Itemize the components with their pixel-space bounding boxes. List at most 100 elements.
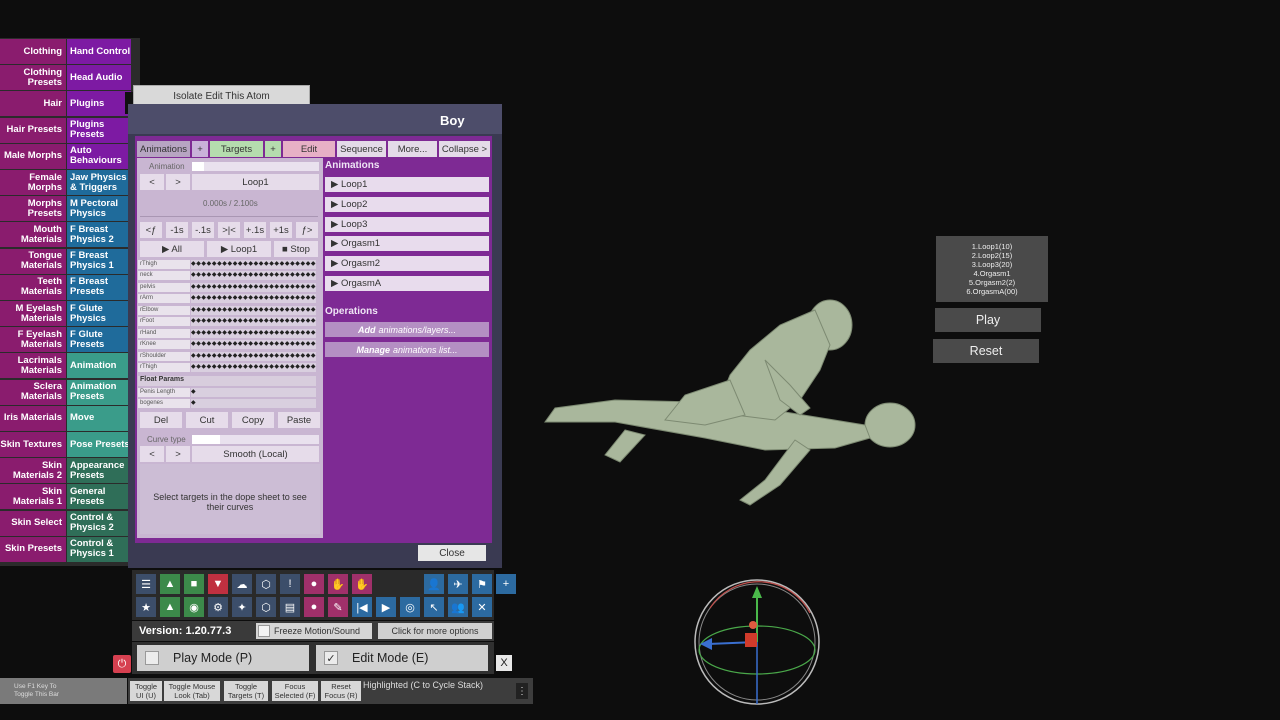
animation-list-item[interactable]: ▶ Orgasm2: [325, 256, 489, 272]
scrubber[interactable]: [140, 209, 318, 217]
next-key-button[interactable]: ƒ>: [296, 222, 318, 238]
dope-row-keys[interactable]: ◆◆◆◆◆◆◆◆◆◆◆◆◆◆◆◆◆◆◆◆◆◆◆◆◆◆◆◆: [191, 305, 316, 315]
add-animation-button[interactable]: +: [192, 141, 208, 157]
menu-item-right[interactable]: Jaw Physics & Triggers: [67, 170, 131, 195]
next-curve-button[interactable]: >: [166, 446, 190, 462]
paste-key-button[interactable]: Paste: [278, 412, 320, 428]
manage-animations-button[interactable]: Manage animations list...: [325, 342, 489, 357]
plus-icon[interactable]: +: [496, 574, 516, 594]
edit-mode-button[interactable]: ✓ Edit Mode (E): [316, 645, 488, 671]
animation-list-item[interactable]: ▶ Loop3: [325, 216, 489, 232]
next-animation-button[interactable]: >: [166, 174, 190, 190]
folder-icon[interactable]: ■: [184, 574, 204, 594]
menu-item-left[interactable]: Lacrimals Materials: [0, 353, 66, 379]
dope-row-keys[interactable]: ◆◆◆◆◆◆◆◆◆◆◆◆◆◆◆◆◆◆◆◆◆◆◆◆◆◆◆◆: [191, 317, 316, 326]
dope-row[interactable]: rShoulder◆◆◆◆◆◆◆◆◆◆◆◆◆◆◆◆◆◆◆◆◆◆◆◆◆◆◆◆: [138, 351, 316, 361]
prev-key-button[interactable]: <ƒ: [140, 222, 162, 238]
menu-item-left[interactable]: Skin Materials 2: [0, 458, 66, 484]
close-ui-button[interactable]: X: [496, 655, 512, 671]
menu-item-left[interactable]: Clothing Presets: [0, 65, 66, 91]
menu-item-left[interactable]: M Eyelash Materials: [0, 301, 66, 326]
animation-slider[interactable]: [192, 162, 319, 171]
dope-row-keys[interactable]: ◆◆◆◆◆◆◆◆◆◆◆◆◆◆◆◆◆◆◆◆◆◆◆◆◆◆◆◆: [191, 351, 316, 361]
dope-row-keys[interactable]: ◆◆◆◆◆◆◆◆◆◆◆◆◆◆◆◆◆◆◆◆◆◆◆◆◆◆◆◆: [191, 271, 316, 280]
hand-icon[interactable]: ✋: [328, 574, 348, 594]
menu-item-right[interactable]: Control & Physics 2: [67, 510, 131, 536]
target-icon[interactable]: ◎: [400, 597, 420, 617]
dope-row[interactable]: neck◆◆◆◆◆◆◆◆◆◆◆◆◆◆◆◆◆◆◆◆◆◆◆◆◆◆◆◆: [138, 271, 316, 281]
package-icon[interactable]: ⬡: [256, 597, 276, 617]
box-icon[interactable]: ⬡: [256, 574, 276, 594]
add-animations-button[interactable]: Add animations/layers...: [325, 322, 489, 337]
star-icon[interactable]: ★: [136, 597, 156, 617]
dope-row-keys[interactable]: ◆◆◆◆◆◆◆◆◆◆◆◆◆◆◆◆◆◆◆◆◆◆◆◆◆◆◆◆: [191, 259, 316, 269]
menu-item-left[interactable]: Skin Presets: [0, 536, 66, 562]
menu-item-left[interactable]: Skin Materials 1: [0, 484, 66, 510]
tools-icon[interactable]: ✕: [472, 597, 492, 617]
animation-list-item[interactable]: ▶ Loop1: [325, 177, 489, 192]
delete-key-button[interactable]: Del: [140, 412, 182, 428]
animation-list-item[interactable]: ▶ OrgasmA: [325, 276, 489, 291]
add-target-button[interactable]: +: [265, 141, 281, 157]
prev-animation-button[interactable]: <: [140, 174, 164, 190]
tab-sequence[interactable]: Sequence: [337, 141, 386, 157]
orientation-gizmo[interactable]: [690, 578, 825, 706]
collapse-button[interactable]: Collapse >: [439, 141, 490, 157]
scene-open-icon[interactable]: ▲: [160, 597, 180, 617]
toggle-targets-button[interactable]: Toggle Targets (T): [224, 681, 268, 701]
play-button[interactable]: Play: [935, 308, 1041, 332]
tab-edit[interactable]: Edit: [283, 141, 335, 157]
network-icon[interactable]: ✦: [232, 597, 252, 617]
copy-key-button[interactable]: Copy: [232, 412, 274, 428]
alert-icon[interactable]: !: [280, 574, 300, 594]
menu-item-right[interactable]: Control & Physics 1: [67, 536, 131, 562]
tab-animations[interactable]: Animations: [137, 141, 190, 157]
tab-more[interactable]: More...: [388, 141, 437, 157]
dope-row[interactable]: rThigh◆◆◆◆◆◆◆◆◆◆◆◆◆◆◆◆◆◆◆◆◆◆◆◆◆◆◆◆: [138, 363, 316, 373]
cloud-icon[interactable]: ☁: [232, 574, 252, 594]
play-all-button[interactable]: ▶ All: [140, 241, 204, 257]
menu-item-left[interactable]: Skin Select: [0, 510, 66, 536]
menu-item-left[interactable]: Sclera Materials: [0, 379, 66, 405]
toggle-ui-button[interactable]: Toggle UI (U): [130, 681, 162, 701]
animation-list-item[interactable]: ▶ Orgasm1: [325, 236, 489, 252]
tab-targets[interactable]: Targets: [210, 141, 263, 157]
menu-item-right[interactable]: Hand Control: [67, 39, 131, 64]
document-icon[interactable]: ▤: [280, 597, 300, 617]
freeze-motion-toggle[interactable]: Freeze Motion/Sound: [256, 623, 372, 639]
menu-item-right[interactable]: Auto Behaviours: [67, 143, 131, 169]
scene-icon[interactable]: ▲: [160, 574, 180, 594]
hand-pointer-icon[interactable]: ✋: [352, 574, 372, 594]
stop-button[interactable]: ■ Stop: [274, 241, 318, 257]
minus-01s-button[interactable]: -.1s: [192, 222, 214, 238]
menu-item-right[interactable]: Appearance Presets: [67, 458, 131, 484]
minus-1s-button[interactable]: -1s: [166, 222, 188, 238]
menu-item-right[interactable]: Animation: [67, 353, 131, 379]
power-icon[interactable]: ⏻: [113, 655, 131, 673]
menu-item-left[interactable]: Iris Materials: [0, 405, 66, 431]
menu-item-right[interactable]: F Glute Presets: [67, 327, 131, 353]
cursor-icon[interactable]: ↖: [424, 597, 444, 617]
prev-curve-button[interactable]: <: [140, 446, 164, 462]
menu-item-right[interactable]: M Pectoral Physics: [67, 196, 131, 222]
dope-row[interactable]: rElbow◆◆◆◆◆◆◆◆◆◆◆◆◆◆◆◆◆◆◆◆◆◆◆◆◆◆◆◆: [138, 305, 316, 315]
reset-button[interactable]: Reset: [933, 339, 1039, 363]
menu-item-left[interactable]: Hair Presets: [0, 117, 66, 143]
rewind-icon[interactable]: |◀: [352, 597, 372, 617]
animation-list-item[interactable]: ▶ Loop2: [325, 196, 489, 212]
photo-icon[interactable]: ⚙: [208, 597, 228, 617]
menu-icon[interactable]: ☰: [136, 574, 156, 594]
dope-row-keys[interactable]: ◆◆◆◆◆◆◆◆◆◆◆◆◆◆◆◆◆◆◆◆◆◆◆◆◆◆◆◆: [191, 282, 316, 292]
play-mode-button[interactable]: Play Mode (P): [137, 645, 309, 671]
menu-item-right[interactable]: General Presets: [67, 484, 131, 510]
menu-item-right[interactable]: Plugins Presets: [67, 117, 131, 143]
freeze-checkbox[interactable]: [258, 625, 270, 637]
person-icon[interactable]: 👤: [424, 574, 444, 594]
menu-item-left[interactable]: Female Morphs: [0, 170, 66, 195]
menu-item-right[interactable]: F Glute Physics: [67, 301, 131, 326]
current-animation-dropdown[interactable]: Loop1: [192, 174, 319, 190]
float-param-row[interactable]: Penis Length ◆: [138, 387, 316, 397]
toggle-mouse-look-button[interactable]: Toggle Mouse Look (Tab): [164, 681, 220, 701]
save-icon[interactable]: ▼: [208, 574, 228, 594]
more-options-button[interactable]: Click for more options: [378, 623, 492, 639]
